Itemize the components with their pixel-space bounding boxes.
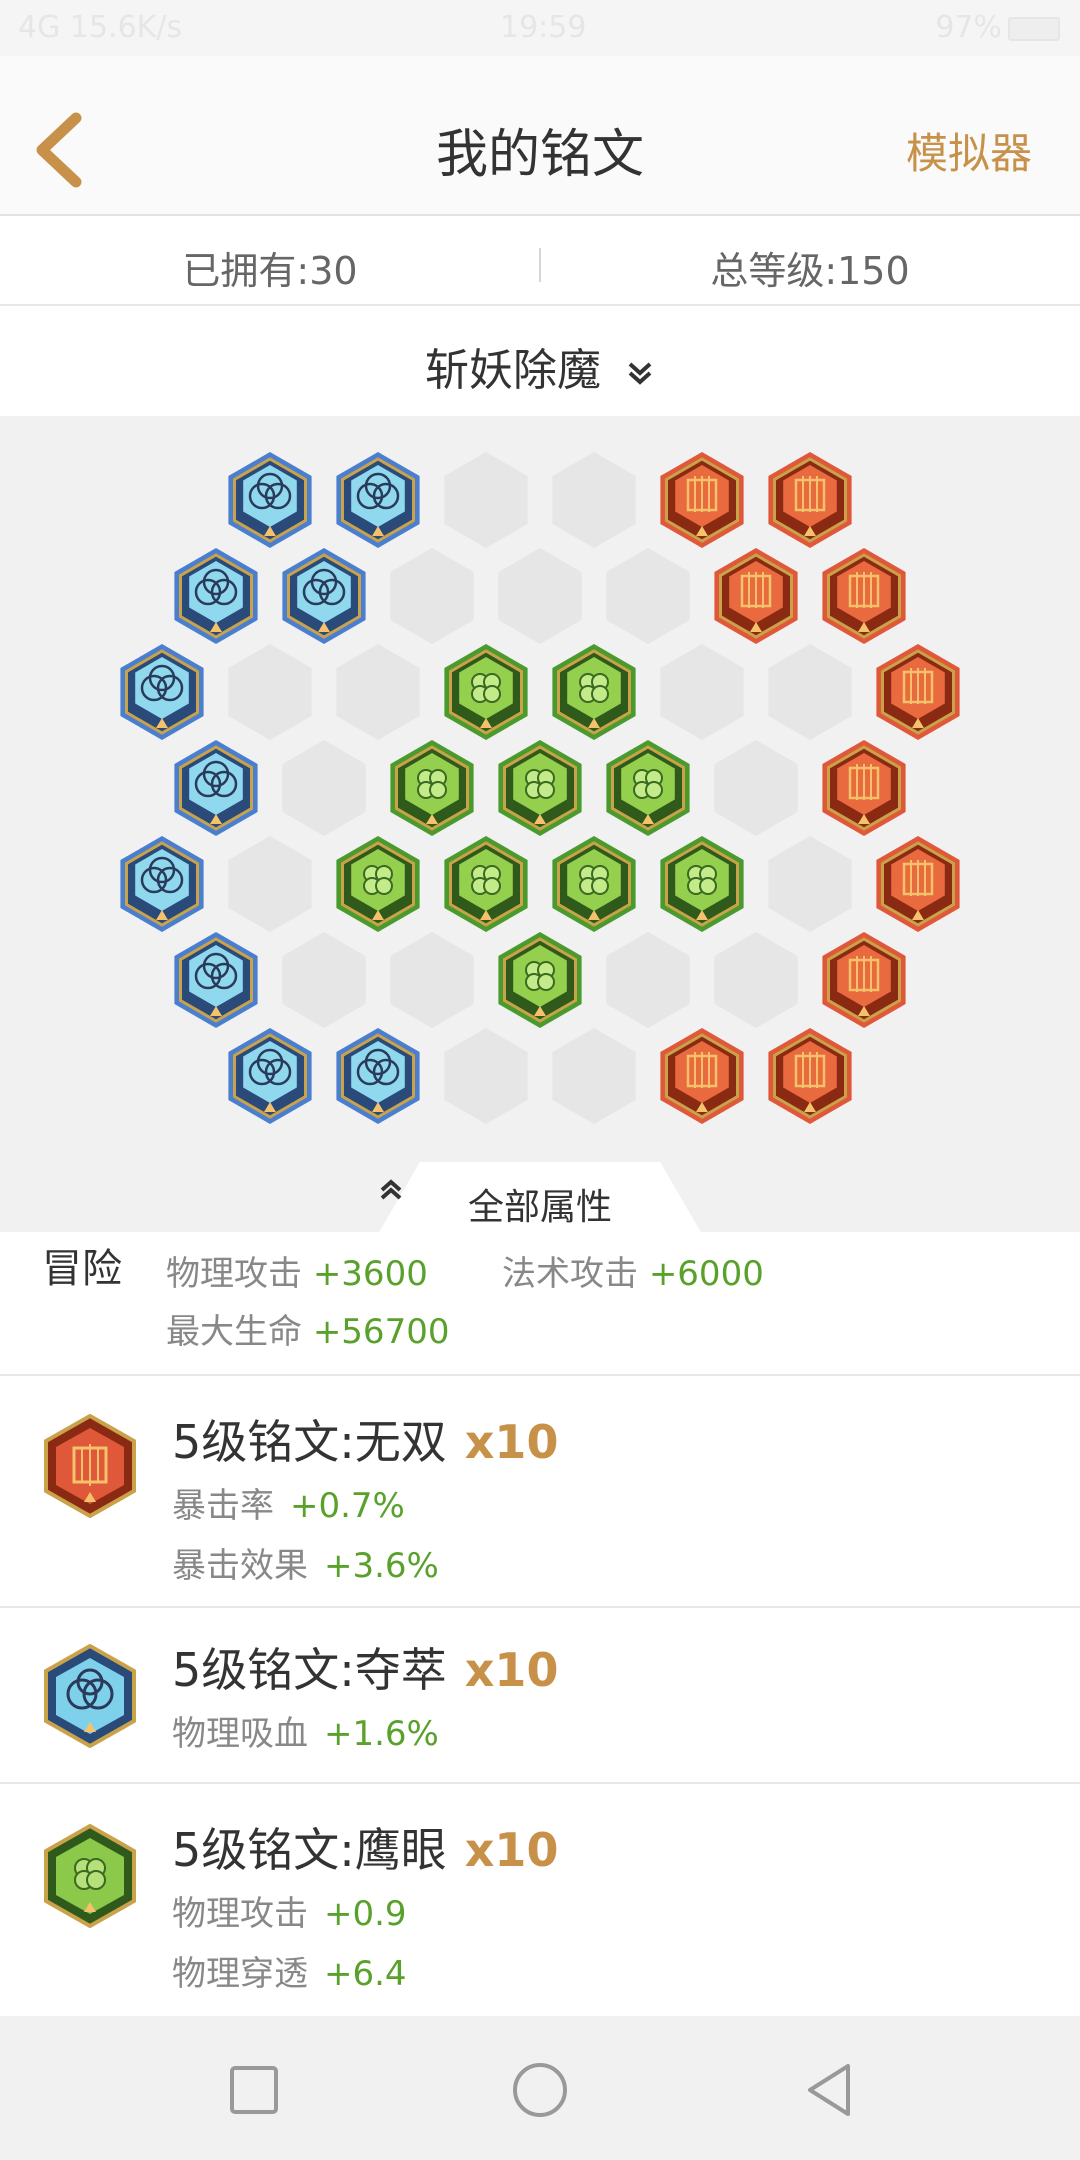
rune-name: 5级铭文:夺萃 x10 bbox=[172, 1643, 559, 1697]
double-chevron-up-icon bbox=[380, 1179, 402, 1200]
red-rune-slot[interactable] bbox=[768, 1028, 852, 1124]
home-button[interactable] bbox=[510, 2060, 570, 2120]
system-nav-bar bbox=[0, 2016, 1080, 2160]
empty-rune-slot[interactable] bbox=[390, 548, 474, 644]
rune-name: 5级铭文:鹰眼 x10 bbox=[172, 1823, 559, 1877]
blue-rune-slot[interactable] bbox=[336, 452, 420, 548]
green-rune-icon bbox=[44, 1824, 136, 1928]
empty-rune-slot[interactable] bbox=[714, 740, 798, 836]
blue-rune-slot[interactable] bbox=[174, 548, 258, 644]
blue-rune-slot[interactable] bbox=[336, 1028, 420, 1124]
stat-magic-attack: 法术攻击 +6000 bbox=[502, 1254, 764, 1294]
red-rune-slot[interactable] bbox=[876, 644, 960, 740]
empty-rune-slot[interactable] bbox=[552, 452, 636, 548]
rune-attr: 暴击率 +0.7% bbox=[172, 1486, 405, 1526]
blue-rune-slot[interactable] bbox=[120, 836, 204, 932]
total-level: 总等级:150 bbox=[710, 249, 910, 293]
battery-status: 97% bbox=[935, 10, 1060, 45]
rune-attr: 物理吸血 +1.6% bbox=[172, 1714, 439, 1754]
green-rune-slot[interactable] bbox=[390, 740, 474, 836]
title-bar: 我的铭文 模拟器 bbox=[0, 56, 1080, 216]
all-attributes-label: 全部属性 bbox=[378, 1178, 702, 1230]
empty-rune-slot[interactable] bbox=[498, 548, 582, 644]
red-rune-slot[interactable] bbox=[822, 548, 906, 644]
rune-summary: 已拥有:30 总等级:150 bbox=[0, 218, 1080, 306]
empty-rune-slot[interactable] bbox=[336, 644, 420, 740]
red-rune-slot[interactable] bbox=[660, 452, 744, 548]
rune-attr: 暴击效果 +3.6% bbox=[172, 1546, 439, 1586]
back-nav-button[interactable] bbox=[800, 2060, 860, 2120]
stat-category: 冒险 bbox=[42, 1246, 122, 1292]
empty-rune-slot[interactable] bbox=[228, 836, 312, 932]
empty-rune-slot[interactable] bbox=[660, 644, 744, 740]
green-rune-slot[interactable] bbox=[336, 836, 420, 932]
rune-attr: 物理攻击 +0.9 bbox=[172, 1894, 407, 1934]
attribute-stats: 冒险 物理攻击 +3600 法术攻击 +6000 最大生命 +56700 bbox=[0, 1232, 1080, 1376]
square-icon bbox=[230, 2066, 278, 2114]
rune-board bbox=[0, 416, 1080, 1232]
empty-rune-slot[interactable] bbox=[714, 932, 798, 1028]
red-rune-slot[interactable] bbox=[822, 740, 906, 836]
simulator-button[interactable]: 模拟器 bbox=[906, 120, 1032, 181]
recent-apps-button[interactable] bbox=[224, 2060, 284, 2120]
red-rune-slot[interactable] bbox=[876, 836, 960, 932]
empty-rune-slot[interactable] bbox=[444, 1028, 528, 1124]
rune-list-item[interactable]: 5级铭文:无双 x10 暴击率 +0.7% 暴击效果 +3.6% bbox=[0, 1376, 1080, 1608]
green-rune-slot[interactable] bbox=[444, 836, 528, 932]
red-rune-icon bbox=[44, 1414, 136, 1518]
green-rune-slot[interactable] bbox=[444, 644, 528, 740]
blue-rune-slot[interactable] bbox=[228, 1028, 312, 1124]
rune-list-item[interactable]: 5级铭文:夺萃 x10 物理吸血 +1.6% bbox=[0, 1608, 1080, 1784]
owned-count: 已拥有:30 bbox=[182, 249, 358, 293]
empty-rune-slot[interactable] bbox=[282, 932, 366, 1028]
blue-rune-icon bbox=[44, 1644, 136, 1748]
empty-rune-slot[interactable] bbox=[282, 740, 366, 836]
blue-rune-slot[interactable] bbox=[228, 452, 312, 548]
status-time: 19:59 bbox=[500, 10, 587, 45]
rune-hex-grid bbox=[120, 452, 960, 1124]
green-rune-slot[interactable] bbox=[498, 932, 582, 1028]
blue-rune-slot[interactable] bbox=[282, 548, 366, 644]
rune-list-item[interactable]: 5级铭文:鹰眼 x10 物理攻击 +0.9 物理穿透 +6.4 bbox=[0, 1784, 1080, 2016]
empty-rune-slot[interactable] bbox=[552, 1028, 636, 1124]
rune-page-selector[interactable]: 斩妖除魔 bbox=[0, 308, 1080, 416]
green-rune-slot[interactable] bbox=[498, 740, 582, 836]
circle-icon bbox=[513, 2063, 567, 2117]
empty-rune-slot[interactable] bbox=[606, 932, 690, 1028]
empty-rune-slot[interactable] bbox=[390, 932, 474, 1028]
empty-rune-slot[interactable] bbox=[768, 836, 852, 932]
red-rune-slot[interactable] bbox=[714, 548, 798, 644]
empty-rune-slot[interactable] bbox=[444, 452, 528, 548]
red-rune-slot[interactable] bbox=[768, 452, 852, 548]
green-rune-slot[interactable] bbox=[606, 740, 690, 836]
rune-attr: 物理穿透 +6.4 bbox=[172, 1954, 407, 1994]
empty-rune-slot[interactable] bbox=[768, 644, 852, 740]
green-rune-slot[interactable] bbox=[552, 644, 636, 740]
rune-name: 5级铭文:无双 x10 bbox=[172, 1415, 559, 1469]
red-rune-slot[interactable] bbox=[660, 1028, 744, 1124]
empty-rune-slot[interactable] bbox=[606, 548, 690, 644]
stat-physical-attack: 物理攻击 +3600 bbox=[166, 1254, 428, 1294]
blue-rune-slot[interactable] bbox=[174, 740, 258, 836]
green-rune-slot[interactable] bbox=[552, 836, 636, 932]
red-rune-slot[interactable] bbox=[822, 932, 906, 1028]
stat-max-hp: 最大生命 +56700 bbox=[166, 1312, 450, 1352]
rune-page-name: 斩妖除魔 bbox=[425, 345, 601, 396]
all-attributes-tab[interactable]: 全部属性 bbox=[378, 1162, 702, 1234]
empty-rune-slot[interactable] bbox=[228, 644, 312, 740]
green-rune-slot[interactable] bbox=[660, 836, 744, 932]
triangle-back-icon bbox=[808, 2064, 850, 2116]
status-bar: 4G 15.6K/s 19:59 97% bbox=[0, 0, 1080, 56]
network-status: 4G 15.6K/s bbox=[18, 10, 183, 45]
blue-rune-slot[interactable] bbox=[174, 932, 258, 1028]
battery-icon bbox=[1008, 16, 1060, 41]
double-chevron-down-icon bbox=[625, 348, 655, 399]
blue-rune-slot[interactable] bbox=[120, 644, 204, 740]
